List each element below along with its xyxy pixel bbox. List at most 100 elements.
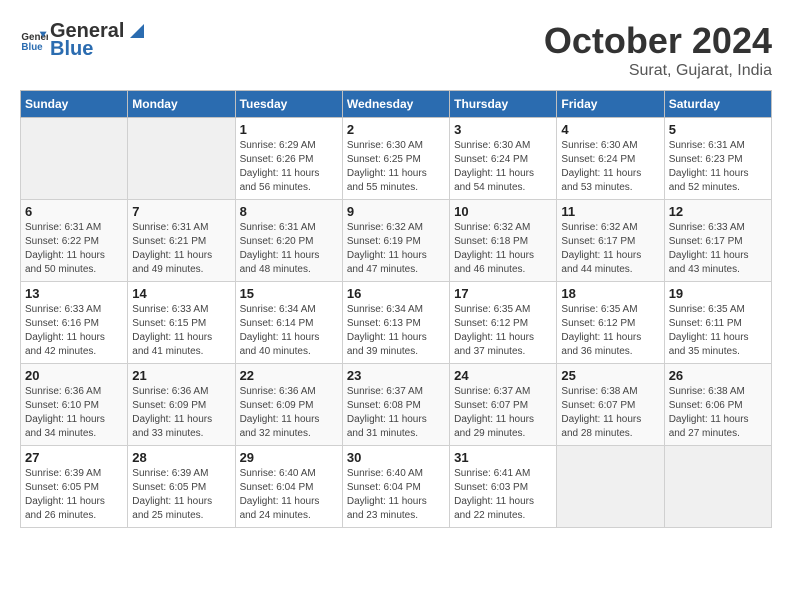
- calendar-cell: 8 Sunrise: 6:31 AMSunset: 6:20 PMDaylight…: [235, 200, 342, 282]
- day-info: Sunrise: 6:31 AMSunset: 6:20 PMDaylight:…: [240, 221, 338, 277]
- calendar-cell: 21Sunrise: 6:36 AMSunset: 6:09 PMDayligh…: [128, 364, 235, 446]
- svg-text:Blue: Blue: [21, 42, 43, 53]
- calendar-cell: [664, 446, 771, 528]
- day-number: 28: [132, 450, 230, 465]
- day-info: Sunrise: 6:30 AMSunset: 6:25 PMDaylight:…: [347, 139, 445, 195]
- calendar-cell: 11Sunrise: 6:32 AMSunset: 6:17 PMDayligh…: [557, 200, 664, 282]
- month-title: October 2024: [544, 20, 772, 62]
- day-number: 13: [25, 286, 123, 301]
- day-info: Sunrise: 6:32 AMSunset: 6:17 PMDaylight:…: [561, 221, 659, 277]
- header-sunday: Sunday: [21, 91, 128, 118]
- calendar-cell: 16 Sunrise: 6:34 AMSunset: 6:13 PMDayligh…: [342, 282, 449, 364]
- calendar-cell: 22Sunrise: 6:36 AMSunset: 6:09 PMDayligh…: [235, 364, 342, 446]
- calendar-cell: 25 Sunrise: 6:38 AMSunset: 6:07 PMDayligh…: [557, 364, 664, 446]
- calendar-cell: 12 Sunrise: 6:33 AMSunset: 6:17 PMDayligh…: [664, 200, 771, 282]
- calendar-table: SundayMondayTuesdayWednesdayThursdayFrid…: [20, 90, 772, 528]
- day-info: Sunrise: 6:41 AMSunset: 6:03 PMDaylight:…: [454, 467, 552, 523]
- location-title: Surat, Gujarat, India: [544, 62, 772, 80]
- logo-icon: General Blue: [20, 26, 48, 54]
- calendar-header-row: SundayMondayTuesdayWednesdayThursdayFrid…: [21, 91, 772, 118]
- day-info: Sunrise: 6:40 AMSunset: 6:04 PMDaylight:…: [240, 467, 338, 523]
- day-info: Sunrise: 6:38 AMSunset: 6:07 PMDaylight:…: [561, 385, 659, 441]
- day-info: Sunrise: 6:37 AMSunset: 6:07 PMDaylight:…: [454, 385, 552, 441]
- day-number: 14: [132, 286, 230, 301]
- day-info: Sunrise: 6:34 AMSunset: 6:14 PMDaylight:…: [240, 303, 338, 359]
- day-info: Sunrise: 6:30 AMSunset: 6:24 PMDaylight:…: [454, 139, 552, 195]
- day-number: 8: [240, 204, 338, 219]
- day-number: 16: [347, 286, 445, 301]
- day-number: 27: [25, 450, 123, 465]
- day-number: 15: [240, 286, 338, 301]
- day-info: Sunrise: 6:30 AMSunset: 6:24 PMDaylight:…: [561, 139, 659, 195]
- calendar-cell: 31 Sunrise: 6:41 AMSunset: 6:03 PMDayligh…: [450, 446, 557, 528]
- calendar-cell: 27Sunrise: 6:39 AMSunset: 6:05 PMDayligh…: [21, 446, 128, 528]
- header-friday: Friday: [557, 91, 664, 118]
- day-number: 7: [132, 204, 230, 219]
- day-number: 22: [240, 368, 338, 383]
- calendar-cell: 29 Sunrise: 6:40 AMSunset: 6:04 PMDayligh…: [235, 446, 342, 528]
- day-number: 6: [25, 204, 123, 219]
- day-number: 9: [347, 204, 445, 219]
- calendar-cell: 13Sunrise: 6:33 AMSunset: 6:16 PMDayligh…: [21, 282, 128, 364]
- page-header: General Blue General Blue October 2024 S…: [20, 20, 772, 80]
- calendar-cell: 3 Sunrise: 6:30 AMSunset: 6:24 PMDaylight…: [450, 118, 557, 200]
- calendar-cell: 10 Sunrise: 6:32 AMSunset: 6:18 PMDayligh…: [450, 200, 557, 282]
- calendar-cell: 4 Sunrise: 6:30 AMSunset: 6:24 PMDaylight…: [557, 118, 664, 200]
- week-row-3: 13Sunrise: 6:33 AMSunset: 6:16 PMDayligh…: [21, 282, 772, 364]
- day-info: Sunrise: 6:31 AMSunset: 6:22 PMDaylight:…: [25, 221, 123, 277]
- day-info: Sunrise: 6:34 AMSunset: 6:13 PMDaylight:…: [347, 303, 445, 359]
- header-wednesday: Wednesday: [342, 91, 449, 118]
- day-info: Sunrise: 6:35 AMSunset: 6:12 PMDaylight:…: [561, 303, 659, 359]
- day-number: 29: [240, 450, 338, 465]
- day-number: 12: [669, 204, 767, 219]
- day-number: 19: [669, 286, 767, 301]
- day-number: 10: [454, 204, 552, 219]
- day-number: 5: [669, 122, 767, 137]
- day-info: Sunrise: 6:31 AMSunset: 6:23 PMDaylight:…: [669, 139, 767, 195]
- calendar-cell: 15 Sunrise: 6:34 AMSunset: 6:14 PMDayligh…: [235, 282, 342, 364]
- day-number: 31: [454, 450, 552, 465]
- day-number: 2: [347, 122, 445, 137]
- day-info: Sunrise: 6:31 AMSunset: 6:21 PMDaylight:…: [132, 221, 230, 277]
- calendar-cell: [128, 118, 235, 200]
- day-info: Sunrise: 6:37 AMSunset: 6:08 PMDaylight:…: [347, 385, 445, 441]
- logo-blue-text: Blue: [50, 38, 148, 60]
- day-info: Sunrise: 6:29 AMSunset: 6:26 PMDaylight:…: [240, 139, 338, 195]
- calendar-cell: 1 Sunrise: 6:29 AMSunset: 6:26 PMDaylight…: [235, 118, 342, 200]
- calendar-cell: [557, 446, 664, 528]
- day-number: 3: [454, 122, 552, 137]
- day-info: Sunrise: 6:35 AMSunset: 6:11 PMDaylight:…: [669, 303, 767, 359]
- calendar-cell: 20 Sunrise: 6:36 AMSunset: 6:10 PMDayligh…: [21, 364, 128, 446]
- day-info: Sunrise: 6:39 AMSunset: 6:05 PMDaylight:…: [132, 467, 230, 523]
- week-row-2: 6 Sunrise: 6:31 AMSunset: 6:22 PMDaylight…: [21, 200, 772, 282]
- calendar-cell: [21, 118, 128, 200]
- day-info: Sunrise: 6:36 AMSunset: 6:10 PMDaylight:…: [25, 385, 123, 441]
- calendar-cell: 30 Sunrise: 6:40 AMSunset: 6:04 PMDayligh…: [342, 446, 449, 528]
- day-number: 4: [561, 122, 659, 137]
- day-number: 20: [25, 368, 123, 383]
- day-info: Sunrise: 6:36 AMSunset: 6:09 PMDaylight:…: [132, 385, 230, 441]
- calendar-cell: 6 Sunrise: 6:31 AMSunset: 6:22 PMDaylight…: [21, 200, 128, 282]
- header-saturday: Saturday: [664, 91, 771, 118]
- day-number: 25: [561, 368, 659, 383]
- day-info: Sunrise: 6:32 AMSunset: 6:18 PMDaylight:…: [454, 221, 552, 277]
- day-info: Sunrise: 6:35 AMSunset: 6:12 PMDaylight:…: [454, 303, 552, 359]
- day-number: 26: [669, 368, 767, 383]
- day-info: Sunrise: 6:33 AMSunset: 6:17 PMDaylight:…: [669, 221, 767, 277]
- calendar-cell: 18 Sunrise: 6:35 AMSunset: 6:12 PMDayligh…: [557, 282, 664, 364]
- day-number: 1: [240, 122, 338, 137]
- day-number: 17: [454, 286, 552, 301]
- calendar-cell: 2 Sunrise: 6:30 AMSunset: 6:25 PMDaylight…: [342, 118, 449, 200]
- calendar-cell: 28 Sunrise: 6:39 AMSunset: 6:05 PMDayligh…: [128, 446, 235, 528]
- calendar-cell: 17 Sunrise: 6:35 AMSunset: 6:12 PMDayligh…: [450, 282, 557, 364]
- week-row-1: 1 Sunrise: 6:29 AMSunset: 6:26 PMDaylight…: [21, 118, 772, 200]
- day-info: Sunrise: 6:40 AMSunset: 6:04 PMDaylight:…: [347, 467, 445, 523]
- logo: General Blue General Blue: [20, 20, 148, 60]
- calendar-cell: 23Sunrise: 6:37 AMSunset: 6:08 PMDayligh…: [342, 364, 449, 446]
- day-number: 30: [347, 450, 445, 465]
- calendar-cell: 9Sunrise: 6:32 AMSunset: 6:19 PMDaylight…: [342, 200, 449, 282]
- day-number: 18: [561, 286, 659, 301]
- day-number: 24: [454, 368, 552, 383]
- day-info: Sunrise: 6:33 AMSunset: 6:15 PMDaylight:…: [132, 303, 230, 359]
- calendar-cell: 19 Sunrise: 6:35 AMSunset: 6:11 PMDayligh…: [664, 282, 771, 364]
